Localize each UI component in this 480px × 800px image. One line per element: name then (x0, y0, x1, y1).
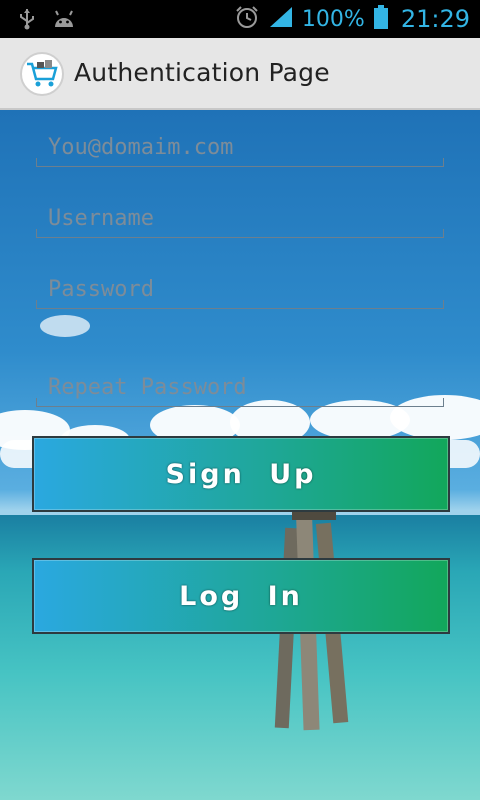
clock: 21:29 (400, 5, 470, 33)
signal-icon (268, 5, 294, 33)
username-field[interactable] (36, 198, 444, 238)
email-field[interactable] (36, 127, 444, 167)
email-input[interactable] (48, 131, 428, 163)
page-title: Authentication Page (74, 58, 330, 87)
android-debug-icon (52, 9, 76, 33)
status-bar: 100% 21:29 (0, 0, 480, 38)
signup-button-label: Sign Up (165, 458, 317, 490)
password-field[interactable] (36, 269, 444, 309)
login-button-label: Log In (179, 580, 303, 612)
action-bar: Authentication Page (0, 38, 480, 110)
battery-percent: 100% (301, 6, 365, 32)
usb-icon (18, 8, 36, 34)
login-button[interactable]: Log In (32, 558, 450, 634)
repeat-password-input[interactable] (48, 371, 428, 403)
shopping-cart-icon[interactable] (20, 52, 64, 96)
alarm-icon (234, 4, 260, 34)
password-input[interactable] (48, 273, 428, 305)
username-input[interactable] (48, 202, 428, 234)
battery-icon (373, 4, 389, 34)
signup-button[interactable]: Sign Up (32, 436, 450, 512)
repeat-password-field[interactable] (36, 367, 444, 407)
